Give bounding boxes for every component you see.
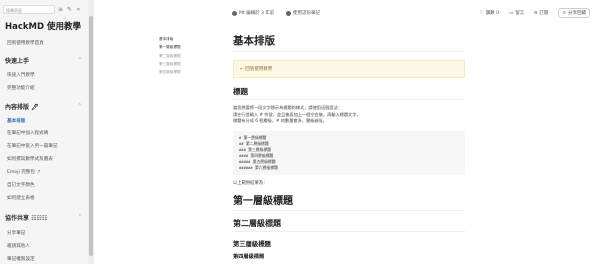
search-input[interactable]: 搜尋頁面 — [3, 5, 55, 14]
collapse-icon[interactable]: « — [75, 6, 82, 13]
demo-heading-4: 第四層級標題 — [233, 253, 265, 260]
sidebar-item[interactable]: Emoji 完整包 ↗ — [7, 169, 40, 175]
sidebar-item[interactable]: 如何建立表格 — [7, 195, 35, 201]
avatar[interactable] — [286, 10, 291, 16]
sidebar-item[interactable]: 在筆記中嵌入另一篇筆記 — [7, 143, 58, 149]
code-block: # 第一層級標題 ## 第二層級標題 ### 第三層級標題 #### 第四層級標… — [233, 130, 465, 175]
toc-item[interactable]: 第三層級標題 — [159, 62, 181, 67]
usage-meta: 使用這份筆記 — [286, 10, 320, 16]
back-alert[interactable]: ← 回到使用教學 — [233, 60, 465, 78]
section-content-layout[interactable]: 內容排版 🖊 — [5, 102, 39, 111]
document-content: 基本排版 ← 回到使用教學 標題 當您想要將一段文字標示為標題的樣式，請使用這個… — [233, 33, 465, 260]
sidebar-item[interactable]: 如何撰寫數學式及圖表 — [7, 156, 53, 162]
section-collaboration[interactable]: 協作共享 ☷☷☷ — [5, 213, 47, 222]
toc-item[interactable]: 基本排版 — [159, 37, 181, 42]
usage-text: 使用這份筆記 — [293, 11, 320, 16]
subscribe-label: 訂閱 — [539, 11, 549, 16]
comment-button[interactable]: ▭ 留言 — [508, 10, 525, 17]
toc-item[interactable]: 第二層級標題 — [159, 54, 181, 59]
sidebar: 搜尋頁面 ≡ ✎ « HackMD 使用教學 回到使用教學首頁 快速上手 ⌃ 快… — [0, 0, 89, 264]
paragraph-line: 標題有分成 6 個層級，# 的數量會多，層級越低。 — [233, 118, 327, 124]
back-link[interactable]: 回到使用教學首頁 — [7, 40, 44, 46]
sidebar-title: HackMD 使用教學 — [5, 22, 82, 32]
topbar-actions: ♡ 讚數 0 ▭ 留言 ⍾ 訂閱 ⊙ 分享回饋 — [480, 8, 590, 18]
author-text: Mt 編輯於 3 年前 — [239, 11, 275, 16]
chevron-up-icon[interactable]: ⌃ — [78, 57, 82, 63]
table-of-contents: 基本排版 第一層級標題 第二層級標題 第三層級標題 第四層級標題 — [159, 37, 181, 78]
demo-heading-1: 第一層級標題 — [233, 192, 465, 211]
sidebar-item[interactable]: 自訂文字顏色 — [7, 182, 35, 188]
comment-label: 留言 — [515, 11, 525, 16]
section-heading: 標題 — [233, 86, 465, 100]
sidebar-item[interactable]: 筆記權限設定 — [7, 256, 35, 262]
topbar: Mt 編輯於 3 年前 使用這份筆記 ♡ 讚數 0 ▭ 留言 ⍾ 訂閱 ⊙ 分享回饋 — [94, 0, 600, 26]
share-icon: ⊙ — [562, 10, 566, 16]
avatar[interactable] — [232, 10, 237, 16]
author-meta: Mt 編輯於 3 年前 — [232, 10, 274, 16]
demo-heading-3: 第三層級標題 — [233, 240, 271, 248]
like-label: 讚數 0 — [485, 11, 499, 16]
toc-item[interactable]: 第四層級標題 — [159, 70, 181, 75]
comment-icon: ▭ — [508, 10, 514, 16]
paragraph: 當您想要將一段文字標示為標題的樣式，請使用這個語法： 請在行首輸入 # 符號，並… — [233, 105, 465, 125]
edit-icon[interactable]: ✎ — [66, 6, 73, 13]
sidebar-item-active[interactable]: 基本排版 — [7, 118, 25, 124]
code-line: ###### 第六層級標題 — [239, 164, 278, 170]
bell-icon: ⍾ — [534, 11, 538, 16]
demo-heading-2: 第二層級標題 — [233, 218, 465, 232]
section-quick-start[interactable]: 快速上手 — [5, 56, 29, 65]
feedback-button[interactable]: ⊙ 分享回饋 — [558, 8, 590, 18]
paragraph-line: 當您想要將一段文字標示為標題的樣式，請使用這個語法： — [233, 105, 342, 110]
scroll-thumb[interactable] — [89, 16, 93, 256]
page-title: 基本排版 — [233, 33, 465, 52]
sidebar-item[interactable]: 分享筆記 — [7, 230, 25, 236]
sidebar-item[interactable]: 邀請其他人 — [7, 243, 30, 249]
sidebar-item[interactable]: 在筆記中加入程式碼 — [7, 130, 48, 136]
result-note: 以上範例結果為： — [233, 180, 268, 186]
sidebar-item[interactable]: 完整功能介紹 — [7, 85, 35, 91]
chevron-up-icon[interactable]: ⌃ — [78, 103, 82, 109]
sidebar-item[interactable]: 快速入門教學 — [7, 72, 35, 78]
heart-icon: ♡ — [479, 10, 484, 16]
feedback-label: 分享回饋 — [568, 11, 586, 16]
subscribe-button[interactable]: ⍾ 訂閱 — [534, 10, 548, 16]
sidebar-toolbar: 搜尋頁面 ≡ ✎ « — [3, 4, 85, 15]
sidebar-scrollbar[interactable] — [88, 0, 94, 264]
like-button[interactable]: ♡ 讚數 0 — [479, 10, 499, 17]
chevron-up-icon[interactable]: ⌃ — [78, 214, 82, 220]
toc-item[interactable]: 第一層級標題 — [159, 45, 181, 50]
list-icon[interactable]: ≡ — [57, 6, 64, 13]
